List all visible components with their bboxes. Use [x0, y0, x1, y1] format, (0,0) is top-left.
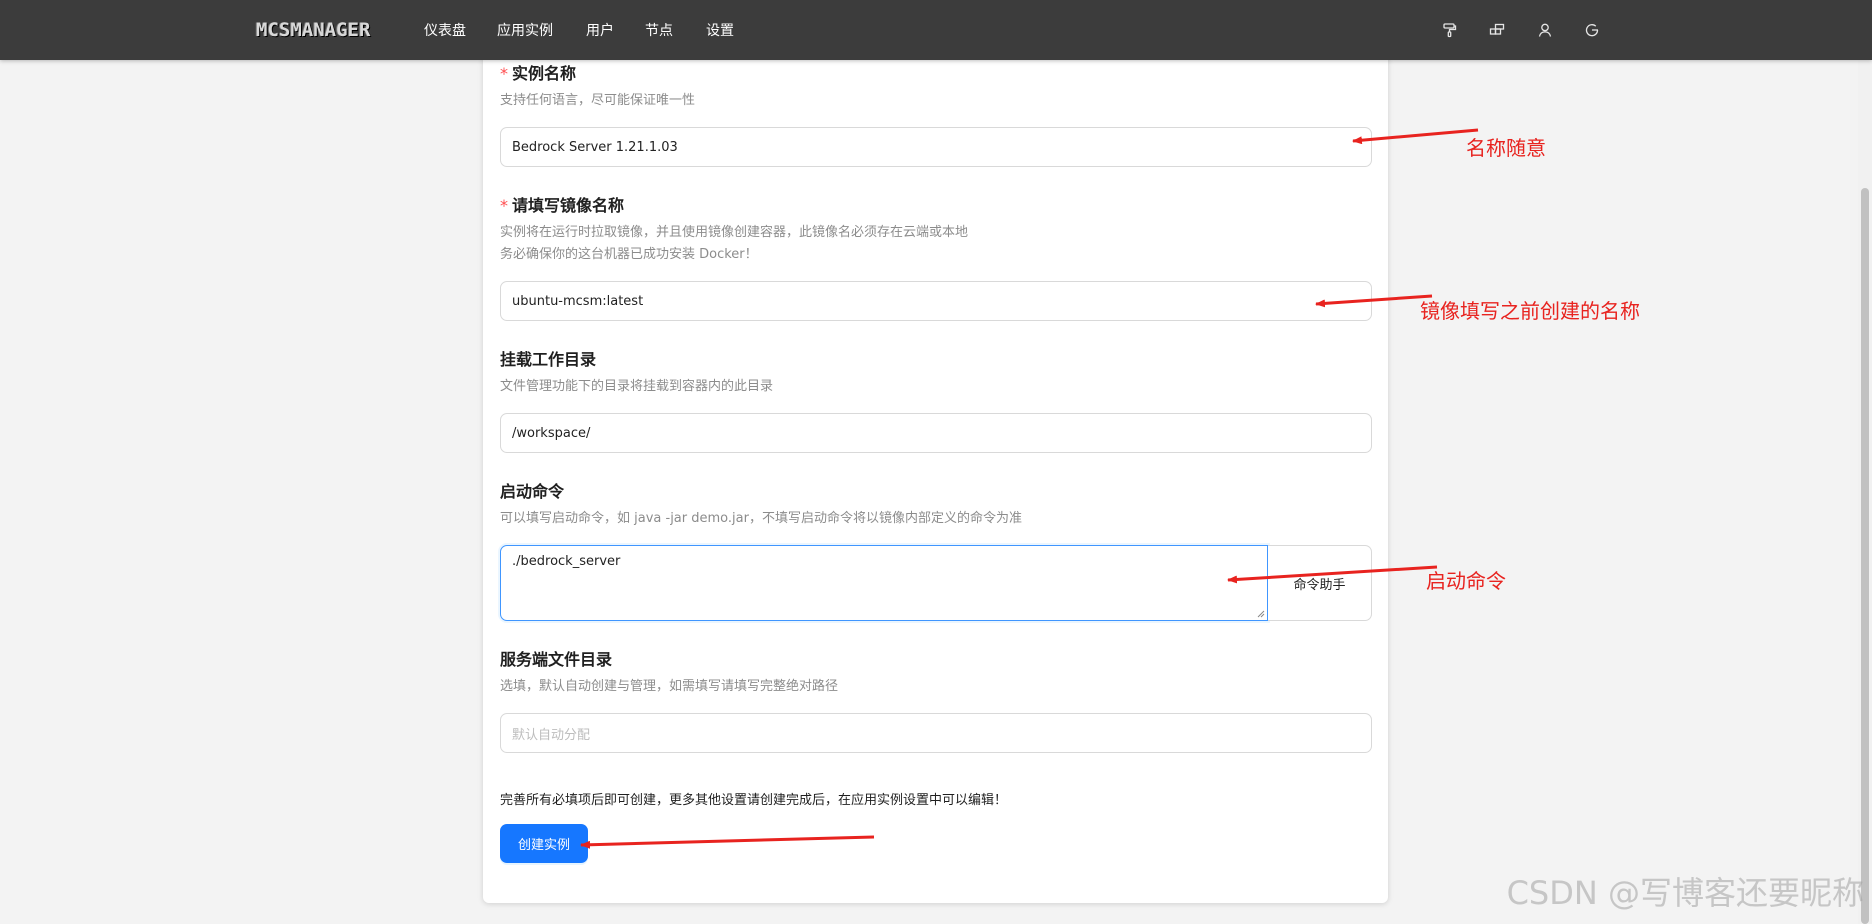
start-command-desc: 可以填写启动命令，如 java -jar demo.jar，不填写启动命令将以镜…: [500, 511, 1022, 526]
server-dir-input[interactable]: 默认自动分配: [500, 713, 1372, 753]
scrollbar-thumb[interactable]: [1861, 188, 1869, 924]
nav-item-instances[interactable]: 应用实例: [497, 20, 553, 40]
watermark: CSDN @写博客还要昵称: [1506, 874, 1864, 912]
user-icon[interactable]: [1535, 20, 1555, 40]
paint-roller-icon[interactable]: [1439, 20, 1459, 40]
annotation-command-hint: 启动命令: [1426, 569, 1506, 593]
annotation-image-hint: 镜像填写之前创建的名称: [1420, 299, 1640, 323]
layout-icon[interactable]: [1487, 20, 1507, 40]
create-instance-button[interactable]: 创建实例: [500, 824, 588, 863]
create-note: 完善所有必填项后即可创建，更多其他设置请创建完成后，在应用实例设置中可以编辑！: [500, 793, 1008, 808]
start-command-label: 启动命令: [500, 482, 565, 501]
command-helper-button[interactable]: 命令助手: [1268, 545, 1372, 621]
instance-name-input[interactable]: Bedrock Server 1.21.1.03: [500, 127, 1372, 167]
image-name-label: * 请填写镜像名称: [500, 196, 625, 215]
nav-item-dashboard[interactable]: 仪表盘: [424, 20, 466, 40]
nav-item-nodes[interactable]: 节点: [645, 20, 673, 40]
image-name-desc-line2: 务必确保你的这台机器已成功安装 Docker！: [500, 247, 758, 262]
required-mark: *: [500, 196, 508, 215]
page-scrollbar[interactable]: [1858, 60, 1872, 924]
required-mark: *: [500, 64, 508, 83]
annotation-name-hint: 名称随意: [1466, 136, 1546, 160]
instance-name-desc: 支持任何语言，尽可能保证唯一性: [500, 93, 696, 108]
server-dir-label: 服务端文件目录: [500, 650, 613, 669]
resize-handle-icon[interactable]: [1257, 610, 1265, 618]
image-name-desc-line1: 实例将在运行时拉取镜像，并且使用镜像创建容器，此镜像名必须存在云端或本地: [500, 225, 969, 240]
image-name-input[interactable]: ubuntu-mcsm:latest: [500, 281, 1372, 321]
logout-icon[interactable]: [1582, 20, 1602, 40]
workdir-input[interactable]: /workspace/: [500, 413, 1372, 453]
nav-item-settings[interactable]: 设置: [706, 20, 734, 40]
app-logo[interactable]: MCSMANAGER: [256, 19, 370, 41]
workdir-desc: 文件管理功能下的目录将挂载到容器内的此目录: [500, 379, 774, 394]
top-navbar: MCSMANAGER 仪表盘 应用实例 用户 节点 设置: [0, 0, 1872, 60]
server-dir-desc: 选填，默认自动创建与管理，如需填写请填写完整绝对路径: [500, 679, 839, 694]
nav-item-users[interactable]: 用户: [586, 20, 614, 40]
create-instance-card: * 实例名称 支持任何语言，尽可能保证唯一性 Bedrock Server 1.2…: [483, 40, 1388, 903]
instance-name-label: * 实例名称: [500, 64, 577, 83]
workdir-label: 挂载工作目录: [500, 350, 597, 369]
start-command-value: ./bedrock_server: [512, 554, 621, 569]
start-command-textarea[interactable]: ./bedrock_server: [500, 545, 1268, 621]
